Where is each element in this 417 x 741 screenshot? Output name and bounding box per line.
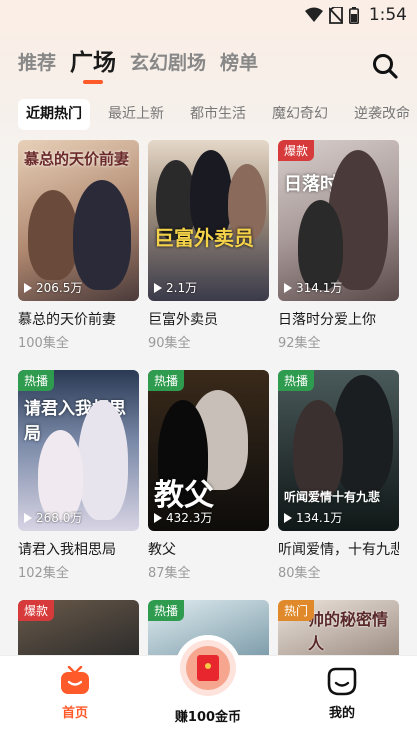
trending-badge: 热播 [148,600,185,621]
cover-title-art: 帅的秘密情人 [308,610,389,653]
drama-card[interactable]: 教父 热播 432.3万 教父 87集全 [148,370,269,581]
cover-title-art: 巨富外卖员 [154,226,254,250]
drama-cover: 爆款 [18,600,139,660]
nav-home-label: 首页 [61,706,88,721]
drama-title: 请君入我相思局 [18,542,116,558]
popular-badge: 热门 [278,600,315,621]
red-envelope-icon [197,655,219,681]
top-tabs: 推荐 广场 玄幻剧场 榜单 [18,50,258,76]
tab-recommend[interactable]: 推荐 [18,50,56,76]
play-icon [284,512,292,523]
status-bar: 1:54 [0,0,417,32]
drama-card[interactable]: 请君入我相思局 热播 268.0万 请君入我相思局 102集全 [18,370,139,581]
cover-title-art: 教父 [154,478,214,513]
drama-card[interactable]: 听闻爱情十有九悲 热播 134.1万 听闻爱情，十有九悲 80集全 [278,370,399,581]
view-count: 314.1万 [284,279,342,296]
episode-count: 92集全 [278,336,321,351]
drama-card[interactable]: 爆款 [18,600,139,660]
drama-cover: 慕总的天价前妻 206.5万 [18,140,139,301]
play-icon [24,512,32,523]
trending-badge: 热播 [278,370,315,391]
battery-icon [348,6,359,24]
earn-coins-button[interactable] [180,640,236,696]
category-recent-hot[interactable]: 近期热门 [18,99,90,130]
cover-title-art: 听闻爱情十有九悲 [284,490,381,504]
view-count: 432.3万 [154,509,212,526]
drama-title: 日落时分爱上你 [278,312,376,328]
category-fantasy[interactable]: 魔幻奇幻 [264,99,336,130]
trending-badge: 热播 [18,370,55,391]
drama-card[interactable]: 慕总的天价前妻 206.5万 慕总的天价前妻 100集全 [18,140,139,351]
hit-badge: 爆款 [278,140,315,161]
drama-title: 听闻爱情，十有九悲 [278,542,399,558]
play-icon [284,282,292,293]
episode-count: 100集全 [18,336,69,351]
bottom-nav: 首页 赚100金币 我的 [0,640,417,741]
drama-title: 慕总的天价前妻 [18,312,116,328]
tv-home-icon [61,666,89,694]
drama-cover: 巨富外卖员 2.1万 [148,140,269,301]
episode-count: 87集全 [148,566,191,581]
view-count: 206.5万 [24,279,82,296]
tab-fantasy-theater[interactable]: 玄幻剧场 [130,50,206,76]
drama-card[interactable]: 日落时分 爆款 314.1万 日落时分爱上你 92集全 [278,140,399,351]
nav-earn-coins[interactable]: 赚100金币 [158,640,258,741]
status-time: 1:54 [368,5,407,25]
nav-mine-label: 我的 [328,706,355,721]
nav-earn-label: 赚100金币 [174,710,242,725]
no-sim-icon [328,6,343,24]
profile-face-icon [327,667,357,696]
drama-title: 教父 [148,542,176,558]
tab-rankings[interactable]: 榜单 [220,50,258,76]
drama-card[interactable]: 巨富外卖员 2.1万 巨富外卖员 90集全 [148,140,269,351]
drama-cover: 听闻爱情十有九悲 热播 134.1万 [278,370,399,531]
episode-count: 90集全 [148,336,191,351]
view-count: 2.1万 [154,279,197,296]
drama-cover: 日落时分 爆款 314.1万 [278,140,399,301]
drama-cover: 帅的秘密情人 热门 [278,600,399,660]
play-icon [24,282,32,293]
category-new-releases[interactable]: 最近上新 [100,99,172,130]
category-urban-life[interactable]: 都市生活 [182,99,254,130]
drama-cover: 教父 热播 432.3万 [148,370,269,531]
episode-count: 80集全 [278,566,321,581]
wifi-icon [304,7,323,22]
play-icon [154,512,162,523]
view-count: 134.1万 [284,509,342,526]
search-icon[interactable] [371,52,399,80]
drama-title: 巨富外卖员 [148,312,218,328]
category-comeback[interactable]: 逆袭改命 [346,99,417,130]
drama-card[interactable]: 帅的秘密情人 热门 [278,600,399,660]
nav-home[interactable]: 首页 [25,666,125,721]
episode-count: 102集全 [18,566,69,581]
category-tabs: 近期热门 最近上新 都市生活 魔幻奇幻 逆袭改命 [18,99,417,130]
cover-title-art: 慕总的天价前妻 [24,150,130,168]
tab-square[interactable]: 广场 [70,50,116,76]
view-count: 268.0万 [24,509,82,526]
trending-badge: 热播 [148,370,185,391]
nav-mine[interactable]: 我的 [292,666,392,721]
play-icon [154,282,162,293]
drama-cover: 请君入我相思局 热播 268.0万 [18,370,139,531]
hit-badge: 爆款 [18,600,55,621]
